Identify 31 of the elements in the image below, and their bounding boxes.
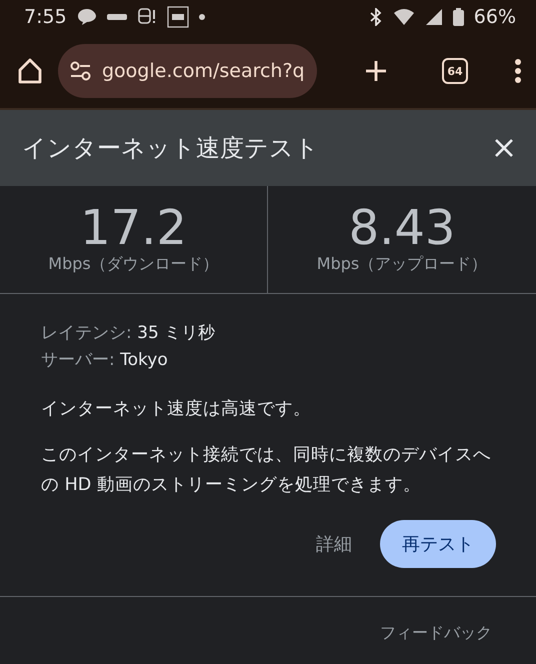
speed-unit: Mbps（ダウンロード） [48, 254, 219, 275]
feedback-link[interactable]: フィードバック [380, 623, 492, 644]
url-text: google.com/search?q [102, 60, 305, 82]
retest-button[interactable]: 再テスト [380, 520, 496, 568]
bluetooth-icon [368, 8, 383, 26]
details-button[interactable]: 詳細 [316, 520, 352, 568]
chat-bubble-icon [76, 8, 97, 26]
speed-value: 8.43 [348, 204, 456, 252]
close-icon [494, 138, 514, 158]
signal-icon [424, 8, 443, 26]
detail-label: レイテンシ: [41, 323, 132, 343]
plus-icon [364, 59, 388, 83]
detail-label: サーバー: [41, 350, 115, 370]
dot-icon [198, 14, 205, 20]
speed-unit: Mbps（アップロード） [316, 254, 488, 275]
address-bar[interactable]: google.com/search?q [58, 44, 317, 98]
detail-value: 35 ミリ秒 [137, 323, 216, 343]
square-app-icon [166, 6, 189, 28]
detail-value: Tokyo [120, 350, 168, 370]
battery-icon [452, 8, 464, 26]
tune-icon [70, 61, 92, 81]
menu-icon [514, 58, 522, 84]
wifi-icon [392, 8, 415, 26]
home-icon [16, 57, 44, 85]
tab-count-button[interactable]: 64 [442, 58, 468, 84]
speed-description: このインターネット接続では、同時に複数のデバイスへの HD 動画のストリーミングを処理できます。 [41, 444, 492, 497]
speed-summary: インターネット速度は高速です。 [41, 398, 312, 421]
clock: 7:55 [24, 6, 67, 28]
battery-level: 66% [474, 6, 516, 28]
speed-value: 17.2 [80, 204, 187, 252]
dialog-title: インターネット速度テスト [22, 133, 319, 164]
